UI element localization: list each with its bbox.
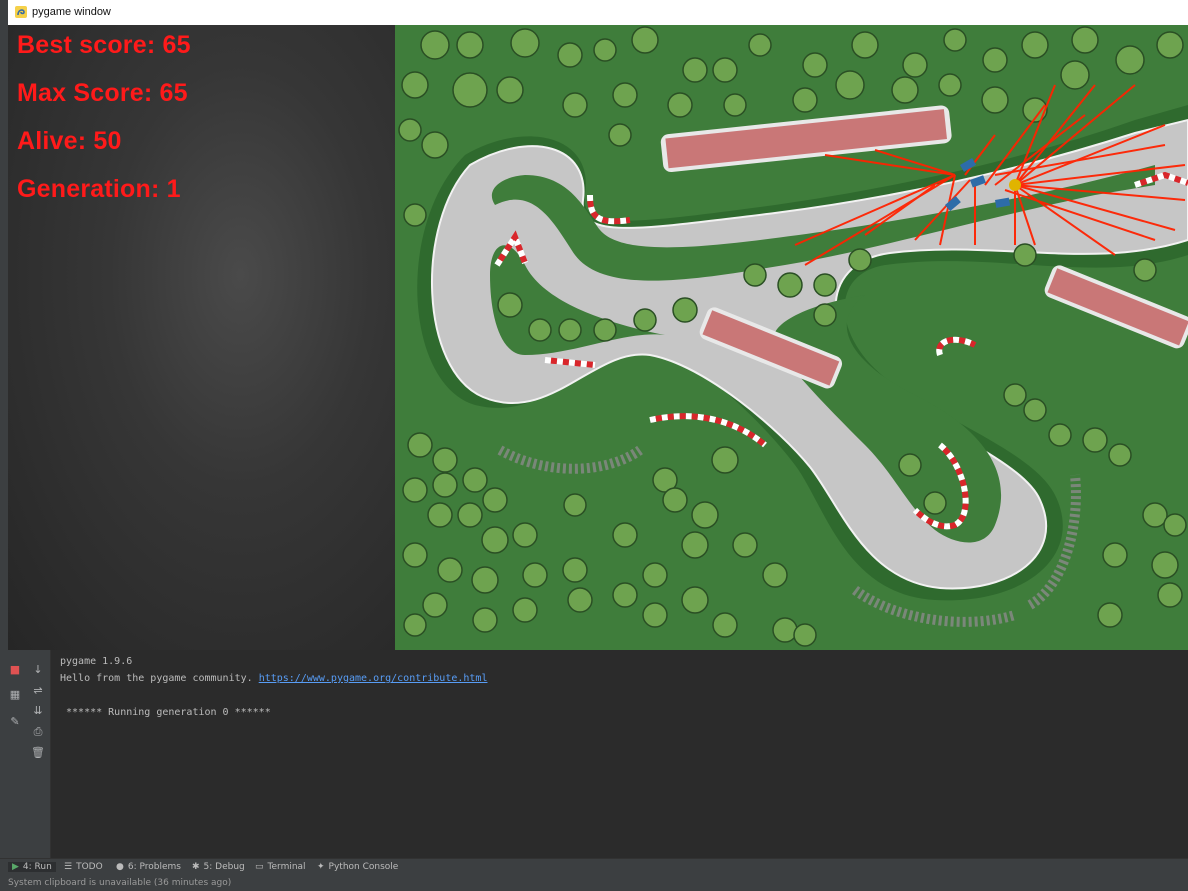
bug-icon: ✱ bbox=[192, 862, 200, 872]
stop-icon[interactable]: ■ bbox=[8, 662, 22, 676]
tab-run-label: 4: Run bbox=[22, 862, 52, 872]
terminal-icon: ▭ bbox=[255, 862, 264, 872]
tab-python-console[interactable]: ✦ Python Console bbox=[317, 862, 398, 872]
tab-debug-label: 5: Debug bbox=[203, 862, 245, 872]
generation-label: Generation: 1 bbox=[17, 175, 181, 203]
window-titlebar[interactable]: pygame window bbox=[8, 0, 1188, 26]
tab-problems-label: 6: Problems bbox=[127, 862, 181, 872]
soft-wrap-icon[interactable]: ⇌ bbox=[31, 683, 45, 697]
python-icon: ✦ bbox=[317, 862, 325, 872]
pygame-snake-icon bbox=[15, 6, 27, 18]
pygame-window: pygame window Best score: 65 Max Score: … bbox=[8, 0, 1188, 650]
best-score-label: Best score: 65 bbox=[17, 31, 191, 59]
console-hello-text: Hello from the pygame community. bbox=[60, 673, 259, 684]
tab-run[interactable]: ▶ 4: Run bbox=[8, 862, 56, 872]
tab-python-console-label: Python Console bbox=[328, 862, 399, 872]
status-message: System clipboard is unavailable (36 minu… bbox=[8, 878, 232, 888]
pygame-contribute-link[interactable]: https://www.pygame.org/contribute.html bbox=[259, 673, 488, 684]
tab-terminal[interactable]: ▭ Terminal bbox=[255, 862, 306, 872]
status-bar: System clipboard is unavailable (36 minu… bbox=[0, 878, 1188, 891]
tab-terminal-label: Terminal bbox=[267, 862, 306, 872]
scroll-to-end-icon[interactable]: ⇊ bbox=[31, 703, 45, 717]
game-canvas: Best score: 65 Max Score: 65 Alive: 50 G… bbox=[8, 25, 1188, 650]
run-tool-window: ■ ↓ ▦ ⇌ ✎ ⇊ ⎙ 🗑 pygame 1.9.6 Hello from … bbox=[0, 650, 1188, 858]
console-line-version: pygame 1.9.6 bbox=[60, 656, 133, 667]
stats-panel: Best score: 65 Max Score: 65 Alive: 50 G… bbox=[8, 25, 395, 650]
tab-debug[interactable]: ✱ 5: Debug bbox=[192, 862, 245, 872]
play-icon: ▶ bbox=[12, 862, 19, 872]
window-title: pygame window bbox=[32, 6, 111, 18]
console-line-generation: ****** Running generation 0 ****** bbox=[60, 707, 271, 718]
layout-icon[interactable]: ▦ bbox=[8, 687, 22, 701]
ide-editor-edge bbox=[0, 0, 8, 650]
tab-problems[interactable]: ● 6: Problems bbox=[116, 862, 181, 872]
trash-icon[interactable]: 🗑 bbox=[31, 745, 45, 759]
pin-icon[interactable]: ✎ bbox=[8, 714, 22, 728]
down-arrow-icon[interactable]: ↓ bbox=[31, 662, 45, 676]
tab-todo[interactable]: ☰ TODO bbox=[64, 862, 103, 872]
print-icon[interactable]: ⎙ bbox=[31, 725, 45, 739]
track-drawing bbox=[395, 25, 1188, 650]
race-track-map bbox=[395, 25, 1188, 650]
list-icon: ☰ bbox=[64, 862, 73, 872]
tab-todo-label: TODO bbox=[76, 862, 103, 872]
alive-count-label: Alive: 50 bbox=[17, 127, 122, 155]
tool-window-bar: ▶ 4: Run ☰ TODO ● 6: Problems ✱ 5: Debug ▭ Te… bbox=[0, 858, 1188, 879]
run-toolbar: ■ ↓ ▦ ⇌ ✎ ⇊ ⎙ 🗑 bbox=[0, 650, 51, 858]
info-icon: ● bbox=[116, 862, 124, 872]
max-score-label: Max Score: 65 bbox=[17, 79, 188, 107]
console-line-hello: Hello from the pygame community. https:/… bbox=[60, 673, 487, 684]
